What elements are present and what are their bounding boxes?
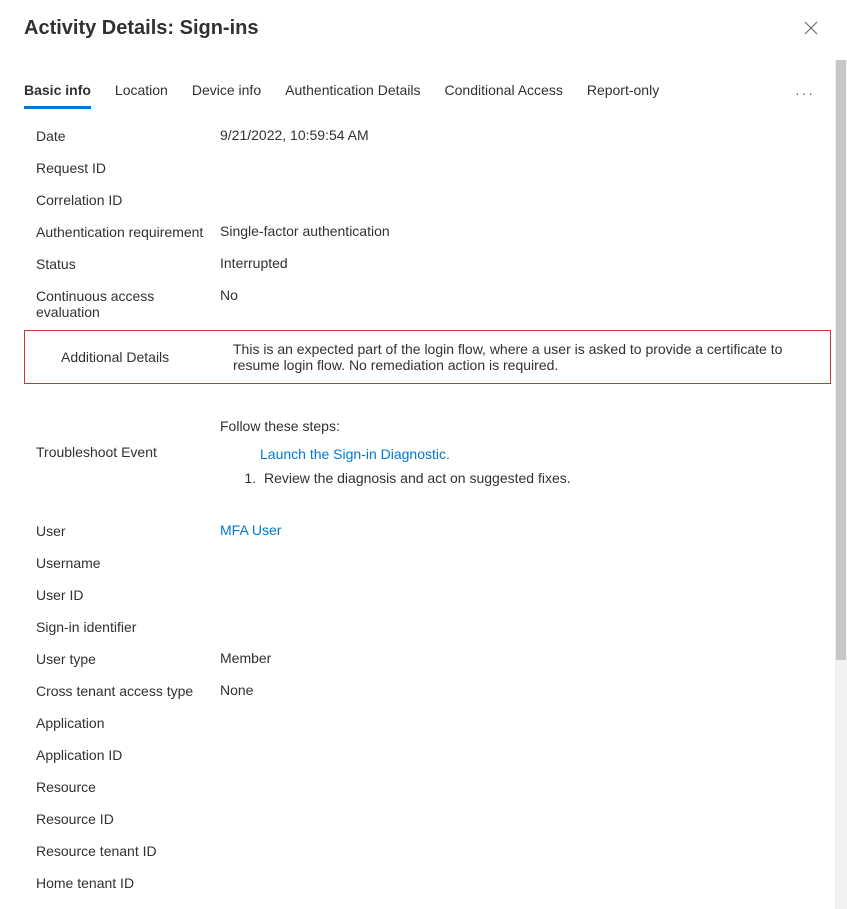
row-status: Status Interrupted bbox=[0, 249, 847, 281]
label-cross-tenant: Cross tenant access type bbox=[36, 682, 220, 699]
spacer bbox=[0, 492, 847, 516]
panel-header: Activity Details: Sign-ins bbox=[0, 0, 847, 52]
row-cae: Continuous access evaluation No bbox=[0, 281, 847, 326]
page-title: Activity Details: Sign-ins bbox=[24, 17, 259, 40]
user-link[interactable]: MFA User bbox=[220, 522, 281, 538]
details-content: Date 9/21/2022, 10:59:54 AM Request ID C… bbox=[0, 109, 847, 898]
row-application-id: Application ID bbox=[0, 740, 847, 772]
value-additional-details: This is an expected part of the login fl… bbox=[233, 341, 814, 373]
row-additional-details: Additional Details This is an expected p… bbox=[24, 330, 831, 384]
more-button[interactable]: ··· bbox=[787, 81, 823, 105]
tab-basic-info[interactable]: Basic info bbox=[24, 76, 91, 109]
troubleshoot-steps-list: Review the diagnosis and act on suggeste… bbox=[220, 470, 807, 486]
close-icon bbox=[804, 21, 818, 35]
row-correlation-id: Correlation ID bbox=[0, 185, 847, 217]
launch-diagnostic-link[interactable]: Launch the Sign-in Diagnostic. bbox=[220, 434, 807, 470]
value-status: Interrupted bbox=[220, 255, 823, 271]
tab-conditional-access[interactable]: Conditional Access bbox=[445, 76, 563, 109]
label-signin-identifier: Sign-in identifier bbox=[36, 618, 220, 635]
row-resource-tenant-id: Resource tenant ID bbox=[0, 836, 847, 868]
row-home-tenant-id: Home tenant ID bbox=[0, 868, 847, 898]
value-user: MFA User bbox=[220, 522, 823, 538]
label-cae: Continuous access evaluation bbox=[36, 287, 220, 320]
tabs-bar: Basic info Location Device info Authenti… bbox=[0, 76, 847, 109]
label-user: User bbox=[36, 522, 220, 539]
label-status: Status bbox=[36, 255, 220, 272]
value-troubleshoot: Follow these steps: Launch the Sign-in D… bbox=[220, 418, 823, 486]
tab-report-only[interactable]: Report-only bbox=[587, 76, 659, 109]
row-auth-requirement: Authentication requirement Single-factor… bbox=[0, 217, 847, 249]
value-user-type: Member bbox=[220, 650, 823, 666]
tab-device-info[interactable]: Device info bbox=[192, 76, 261, 109]
label-correlation-id: Correlation ID bbox=[36, 191, 220, 208]
label-application-id: Application ID bbox=[36, 746, 220, 763]
close-button[interactable] bbox=[799, 16, 823, 40]
label-resource: Resource bbox=[36, 778, 220, 795]
scrollbar-thumb[interactable] bbox=[836, 60, 846, 660]
row-cross-tenant: Cross tenant access type None bbox=[0, 676, 847, 708]
label-home-tenant-id: Home tenant ID bbox=[36, 874, 220, 891]
ellipsis-icon: ··· bbox=[795, 85, 815, 101]
row-user: User MFA User bbox=[0, 516, 847, 548]
row-resource: Resource bbox=[0, 772, 847, 804]
label-user-type: User type bbox=[36, 650, 220, 667]
row-signin-identifier: Sign-in identifier bbox=[0, 612, 847, 644]
label-auth-requirement: Authentication requirement bbox=[36, 223, 220, 240]
label-additional-details: Additional Details bbox=[61, 341, 233, 365]
row-application: Application bbox=[0, 708, 847, 740]
row-user-type: User type Member bbox=[0, 644, 847, 676]
tab-location[interactable]: Location bbox=[115, 76, 168, 109]
troubleshoot-step-1: Review the diagnosis and act on suggeste… bbox=[260, 470, 807, 486]
row-username: Username bbox=[0, 548, 847, 580]
row-user-id: User ID bbox=[0, 580, 847, 612]
row-request-id: Request ID bbox=[0, 153, 847, 185]
row-troubleshoot: Troubleshoot Event Follow these steps: L… bbox=[0, 412, 847, 492]
label-date: Date bbox=[36, 127, 220, 144]
spacer bbox=[0, 388, 847, 412]
label-troubleshoot: Troubleshoot Event bbox=[36, 418, 220, 460]
label-application: Application bbox=[36, 714, 220, 731]
value-auth-requirement: Single-factor authentication bbox=[220, 223, 823, 239]
label-resource-id: Resource ID bbox=[36, 810, 220, 827]
row-date: Date 9/21/2022, 10:59:54 AM bbox=[0, 121, 847, 153]
value-cae: No bbox=[220, 287, 823, 303]
troubleshoot-intro: Follow these steps: bbox=[220, 418, 807, 434]
label-username: Username bbox=[36, 554, 220, 571]
label-request-id: Request ID bbox=[36, 159, 220, 176]
row-resource-id: Resource ID bbox=[0, 804, 847, 836]
value-cross-tenant: None bbox=[220, 682, 823, 698]
tab-authentication-details[interactable]: Authentication Details bbox=[285, 76, 420, 109]
tabs: Basic info Location Device info Authenti… bbox=[24, 76, 787, 109]
label-resource-tenant-id: Resource tenant ID bbox=[36, 842, 220, 859]
label-user-id: User ID bbox=[36, 586, 220, 603]
value-date: 9/21/2022, 10:59:54 AM bbox=[220, 127, 823, 143]
